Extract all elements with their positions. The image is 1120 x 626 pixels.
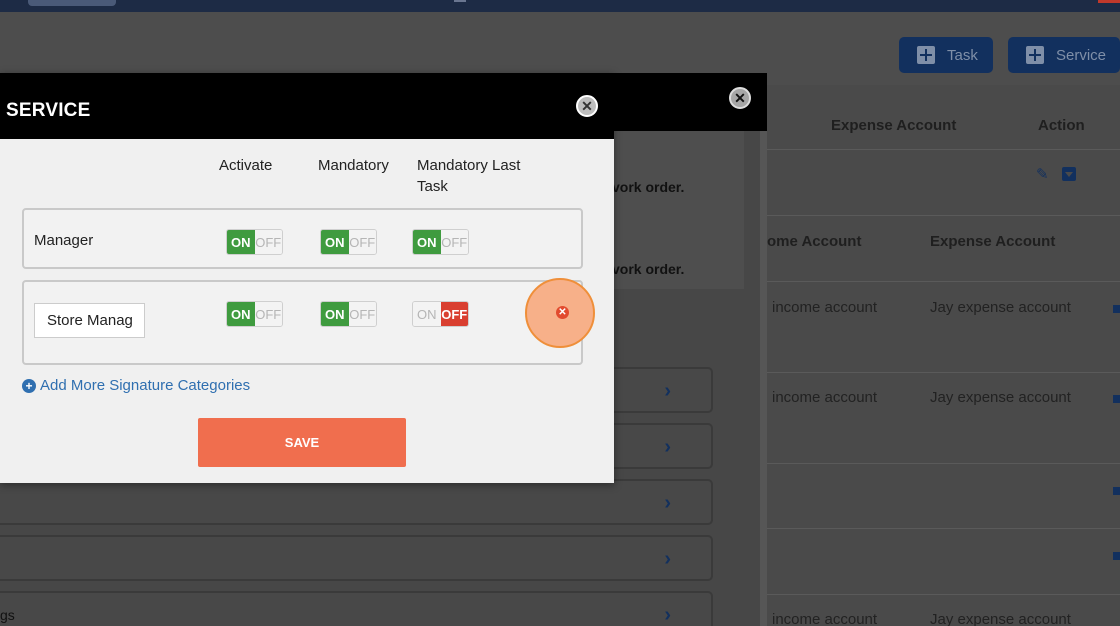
chevron-right-icon: › (664, 380, 671, 402)
accordion-item[interactable]: › (0, 479, 713, 525)
save-button[interactable]: SAVE (198, 418, 406, 467)
signature-category-name: Manager (34, 232, 94, 249)
notice-text: vork order. (612, 261, 685, 277)
mandatory-last-task-toggle[interactable]: ON OFF (412, 229, 469, 255)
activate-toggle[interactable]: ON OFF (226, 301, 283, 327)
edit-icon[interactable]: ✎ (1036, 165, 1049, 183)
column-header-expense-account: Expense Account (930, 233, 1056, 250)
accordion-label: gs (0, 607, 15, 623)
modal-title: SERVICE (6, 100, 91, 121)
signature-category-row (22, 208, 583, 269)
dropdown-toggle-icon[interactable] (1062, 167, 1076, 181)
toggle-off: OFF (348, 302, 376, 326)
column-header-mandatory: Mandatory (318, 157, 389, 174)
nav-indicator (454, 0, 466, 2)
row-divider (767, 215, 1120, 216)
add-task-label: Task (947, 46, 978, 64)
add-service-button[interactable]: Service (1008, 37, 1120, 73)
column-header-expense-account: Expense Account (831, 117, 957, 134)
edit-icon[interactable] (1113, 305, 1120, 313)
toggle-off: OFF (440, 230, 468, 254)
mandatory-toggle[interactable]: ON OFF (320, 301, 377, 327)
toggle-on: ON (413, 302, 441, 326)
accordion-item[interactable]: › (0, 591, 713, 626)
modal-header: SERVICE ✕ (0, 73, 614, 139)
nav-button[interactable] (28, 0, 116, 6)
table-cell-expense: Jay expense account (930, 389, 1071, 406)
edit-icon[interactable] (1113, 395, 1120, 403)
mandatory-toggle[interactable]: ON OFF (320, 229, 377, 255)
edit-icon[interactable] (1113, 487, 1120, 495)
column-header-activate: Activate (219, 157, 273, 174)
add-service-label: Service (1056, 46, 1107, 64)
toggle-on: ON (227, 230, 255, 254)
top-nav-bar (0, 0, 1120, 12)
column-header-income-account: ome Account (767, 233, 862, 250)
row-divider (767, 594, 1120, 595)
toggle-off: OFF (348, 230, 376, 254)
table-cell-expense: Jay expense account (930, 299, 1071, 316)
toggle-off: OFF (440, 302, 468, 326)
plus-icon (1026, 46, 1044, 64)
row-divider (767, 149, 1120, 150)
toggle-off: OFF (254, 302, 282, 326)
add-more-label: Add More Signature Categories (40, 377, 251, 394)
table-cell-income: income account (772, 611, 878, 626)
table-cell-income: income account (772, 299, 878, 316)
close-icon[interactable]: ✕ (729, 87, 751, 109)
chevron-right-icon: › (664, 492, 671, 514)
toggle-on: ON (413, 230, 441, 254)
row-divider (767, 281, 1120, 282)
toggle-off: OFF (254, 230, 282, 254)
activate-toggle[interactable]: ON OFF (226, 229, 283, 255)
plus-circle-icon: + (22, 378, 36, 393)
chevron-right-icon: › (664, 604, 671, 626)
notice-text: vork order. (612, 179, 685, 195)
toggle-on: ON (321, 230, 349, 254)
edit-icon[interactable] (1113, 552, 1120, 560)
row-divider (767, 528, 1120, 529)
remove-category-icon[interactable]: ✕ (556, 306, 569, 319)
close-icon[interactable]: ✕ (576, 95, 598, 117)
row-divider (767, 372, 1120, 373)
column-header-mandatory-last-task: Mandatory Last Task (417, 157, 521, 195)
toggle-on: ON (227, 302, 255, 326)
notification-indicator[interactable] (1098, 0, 1120, 3)
plus-icon (917, 46, 935, 64)
table-cell-expense: Jay expense account (930, 611, 1071, 626)
add-more-signature-categories-link[interactable]: + Add More Signature Categories (22, 377, 250, 394)
row-divider (767, 463, 1120, 464)
signature-category-input[interactable]: Store Manag (34, 303, 145, 338)
table-cell-income: income account (772, 389, 878, 406)
mandatory-last-task-toggle[interactable]: ON OFF (412, 301, 469, 327)
chevron-right-icon: › (664, 436, 671, 458)
chevron-right-icon: › (664, 548, 671, 570)
add-task-button[interactable]: Task (899, 37, 993, 73)
toggle-on: ON (321, 302, 349, 326)
scrollbar[interactable] (760, 131, 767, 626)
column-header-action: Action (1038, 117, 1085, 134)
accordion-item[interactable]: › (0, 535, 713, 581)
